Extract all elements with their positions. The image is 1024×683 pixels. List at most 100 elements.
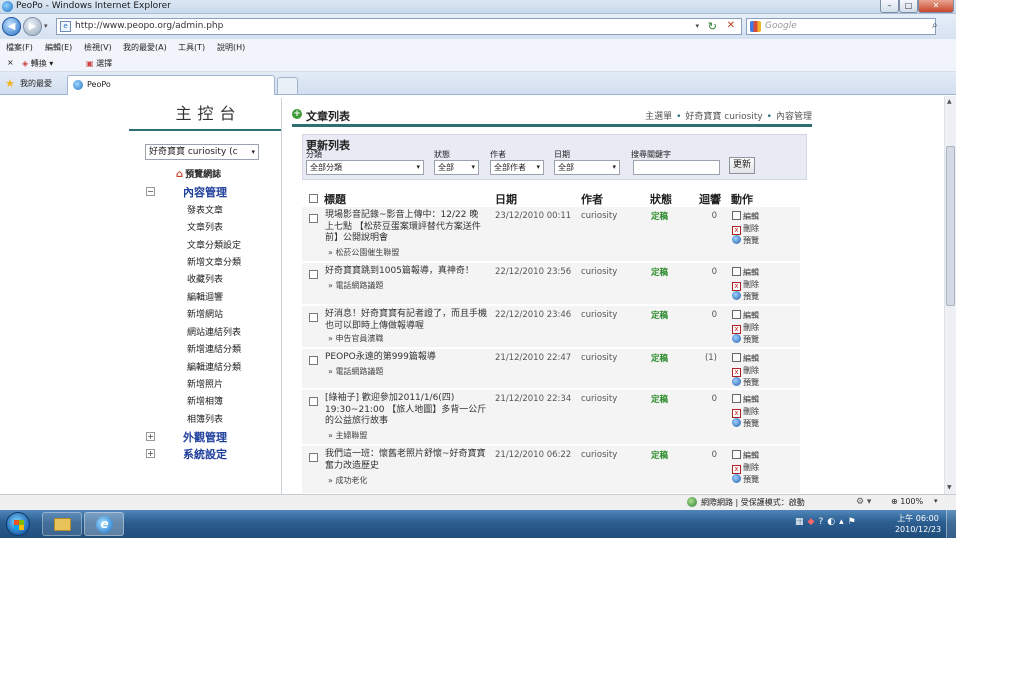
sidebar-item-new-link-category[interactable]: 新增連結分類 bbox=[187, 342, 241, 355]
vertical-scrollbar[interactable]: ▲ ▼ bbox=[944, 96, 956, 494]
menu-edit[interactable]: 編輯(E) bbox=[45, 42, 72, 53]
edit-link[interactable]: 編輯 bbox=[732, 310, 759, 321]
row-checkbox[interactable] bbox=[309, 270, 318, 279]
search-input[interactable]: Google bbox=[746, 18, 936, 35]
sidebar-item-site-links[interactable]: 網站連結列表 bbox=[187, 325, 241, 338]
section-content-management[interactable]: 內容管理 bbox=[183, 184, 227, 200]
article-category[interactable]: » 電話網路議題 bbox=[328, 366, 383, 377]
scroll-down-icon[interactable]: ▼ bbox=[947, 484, 952, 491]
tray-expand-icon[interactable]: ▴ bbox=[839, 517, 844, 527]
select-all-checkbox[interactable] bbox=[309, 194, 318, 203]
new-tab-button[interactable] bbox=[277, 77, 298, 94]
sidebar-item-edit-comments[interactable]: 編輯迴響 bbox=[187, 290, 223, 303]
article-category[interactable]: » 主婦聯盟 bbox=[328, 430, 367, 441]
favorites-button[interactable]: 我的最愛 bbox=[20, 78, 52, 89]
sidebar-item-edit-link-category[interactable]: 編輯連結分類 bbox=[187, 360, 241, 373]
select-button[interactable]: ▣ 選擇 bbox=[86, 58, 112, 69]
blog-select[interactable]: 好奇寶寶 curiosity (c ▾ bbox=[145, 144, 259, 160]
section-system-settings[interactable]: 系統設定 bbox=[183, 446, 227, 462]
menu-tools[interactable]: 工具(T) bbox=[178, 42, 205, 53]
edit-link[interactable]: 編輯 bbox=[732, 211, 759, 222]
tray-keyboard-icon[interactable]: ▦ bbox=[795, 517, 804, 527]
preview-link[interactable]: 預覽 bbox=[732, 235, 759, 246]
date-select[interactable]: 全部 ▾ bbox=[554, 160, 620, 175]
preview-link[interactable]: 預覽 bbox=[732, 474, 759, 485]
sidebar-item-bookmarks[interactable]: 收藏列表 bbox=[187, 272, 223, 285]
sidebar-item-category-settings[interactable]: 文章分類設定 bbox=[187, 238, 241, 251]
article-category[interactable]: » 電話網路議題 bbox=[328, 280, 383, 291]
column-title[interactable]: 標題 bbox=[324, 191, 346, 207]
convert-button[interactable]: ◈ 轉換 ▾ bbox=[22, 58, 53, 69]
sidebar-item-article-list[interactable]: 文章列表 bbox=[187, 220, 223, 233]
article-category[interactable]: » 申告官員濱職 bbox=[328, 333, 383, 344]
address-url[interactable]: http://www.peopo.org/admin.php bbox=[75, 21, 223, 31]
article-title-link[interactable]: PEOPO永遠的第999篇報導 bbox=[325, 352, 487, 364]
address-dropdown-icon[interactable]: ▾ bbox=[695, 22, 699, 30]
security-zone[interactable]: 網際網路 | 受保護模式：啟動 bbox=[701, 497, 805, 508]
menu-file[interactable]: 檔案(F) bbox=[6, 42, 33, 53]
delete-link[interactable]: x 刪除 bbox=[732, 223, 759, 235]
tray-network-icon[interactable]: ◐ bbox=[827, 517, 835, 527]
breadcrumb-blog[interactable]: 好奇寶寶 curiosity bbox=[685, 112, 762, 122]
category-select[interactable]: 全部分類 ▾ bbox=[306, 160, 424, 175]
preview-link[interactable]: 預覽 bbox=[732, 377, 759, 388]
article-title-link[interactable]: 好消息！好奇寶寶有記者證了，而且手機也可以即時上傳做報導喔 bbox=[325, 309, 487, 332]
row-checkbox[interactable] bbox=[309, 453, 318, 462]
show-desktop-button[interactable] bbox=[946, 510, 956, 538]
preview-link[interactable]: 預覽 bbox=[732, 334, 759, 345]
tray-help-icon[interactable]: ? bbox=[818, 517, 823, 527]
delete-link[interactable]: x 刪除 bbox=[732, 462, 759, 474]
recent-pages-icon[interactable]: ▾ bbox=[44, 22, 48, 30]
stop-icon[interactable]: ✕ bbox=[727, 20, 735, 31]
sidebar-item-new-site[interactable]: 新增網站 bbox=[187, 307, 223, 320]
clock[interactable]: 上午 06:00 2010/12/23 bbox=[893, 513, 943, 535]
tray-app-icon[interactable]: ◆ bbox=[808, 517, 815, 527]
expand-toggle-icon[interactable]: + bbox=[146, 449, 155, 458]
section-appearance[interactable]: 外觀管理 bbox=[183, 429, 227, 445]
minimize-button[interactable]: – bbox=[880, 0, 899, 13]
row-checkbox[interactable] bbox=[309, 397, 318, 406]
article-title-link[interactable]: 現場影音記錄~影音上傳中：12/22 晚上七點 【松菸豆蛋案環評替代方案送件前】… bbox=[325, 210, 487, 245]
collapse-toggle-icon[interactable]: − bbox=[146, 187, 155, 196]
menu-favorites[interactable]: 我的最愛(A) bbox=[123, 42, 167, 53]
article-category[interactable]: » 松菸公園催生聯盟 bbox=[328, 247, 399, 258]
delete-link[interactable]: x 刪除 bbox=[732, 365, 759, 377]
preview-link[interactable]: 預覽 bbox=[732, 291, 759, 302]
scroll-thumb[interactable] bbox=[946, 146, 955, 306]
tab-peopo[interactable]: PeoPo bbox=[67, 75, 275, 95]
maximize-button[interactable]: □ bbox=[899, 0, 918, 13]
row-checkbox[interactable] bbox=[309, 356, 318, 365]
expand-toggle-icon[interactable]: + bbox=[146, 432, 155, 441]
breadcrumb-content-management[interactable]: 內容管理 bbox=[776, 112, 812, 122]
update-button[interactable]: 更新 bbox=[729, 157, 755, 174]
sidebar-item-post-article[interactable]: 發表文章 bbox=[187, 203, 223, 216]
edit-link[interactable]: 編輯 bbox=[732, 450, 759, 461]
search-icon[interactable]: ⌕ bbox=[932, 20, 938, 31]
back-button[interactable]: ◀ bbox=[2, 17, 21, 36]
menu-view[interactable]: 檢視(V) bbox=[84, 42, 112, 53]
delete-link[interactable]: x 刪除 bbox=[732, 279, 759, 291]
preview-link[interactable]: 預覽 bbox=[732, 418, 759, 429]
sidebar-item-new-album[interactable]: 新增相簿 bbox=[187, 394, 223, 407]
forward-button[interactable]: ▶ bbox=[23, 17, 42, 36]
column-date[interactable]: 日期 bbox=[495, 191, 517, 207]
tray-flag-icon[interactable]: ⚑ bbox=[848, 517, 856, 527]
sidebar-item-album-list[interactable]: 相簿列表 bbox=[187, 412, 223, 425]
zoom-level[interactable]: ⊕ 100% bbox=[891, 497, 923, 506]
address-bar[interactable]: e http://www.peopo.org/admin.php ▾ ↻ ✕ bbox=[56, 18, 742, 35]
delete-link[interactable]: x 刪除 bbox=[732, 406, 759, 418]
sidebar-item-new-photo[interactable]: 新增照片 bbox=[187, 377, 223, 390]
preview-blog-link[interactable]: ⌂ 預覽網誌 bbox=[176, 167, 221, 180]
toolbar-close-button[interactable]: × bbox=[7, 58, 14, 67]
menu-help[interactable]: 說明(H) bbox=[217, 42, 245, 53]
start-button[interactable] bbox=[6, 512, 30, 536]
favorites-star-icon[interactable]: ★ bbox=[5, 77, 15, 90]
delete-link[interactable]: x 刪除 bbox=[732, 322, 759, 334]
article-title-link[interactable]: [綠袖子] 歡迎參加2011/1/6(四) 19:30~21:00 【旅人地圖】… bbox=[325, 393, 487, 428]
edit-link[interactable]: 編輯 bbox=[732, 394, 759, 405]
taskbar-explorer-button[interactable] bbox=[42, 512, 82, 536]
edit-link[interactable]: 編輯 bbox=[732, 267, 759, 278]
taskbar-ie-button[interactable]: e bbox=[84, 512, 124, 536]
article-category[interactable]: » 成功老化 bbox=[328, 475, 367, 486]
scroll-up-icon[interactable]: ▲ bbox=[947, 98, 952, 105]
